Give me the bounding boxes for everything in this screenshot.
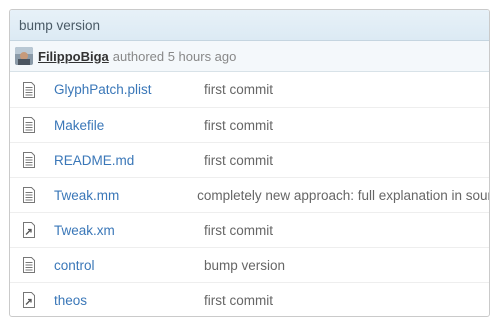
commit-file-list-panel: bump version FilippoBiga authored 5 hour… — [9, 9, 490, 317]
file-commit-message[interactable]: first commit — [204, 293, 489, 308]
file-commit-message[interactable]: first commit — [204, 153, 489, 168]
file-text-icon — [22, 117, 36, 133]
file-text-icon — [22, 152, 36, 168]
avatar[interactable] — [15, 47, 33, 65]
file-row[interactable]: GlyphPatch.plist first commit — [10, 72, 489, 107]
file-row[interactable]: Tweak.xm first commit — [10, 212, 489, 247]
file-name-link[interactable]: README.md — [54, 153, 204, 168]
file-row[interactable]: Makefile first commit — [10, 107, 489, 142]
file-name-link[interactable]: Makefile — [54, 118, 204, 133]
author-link[interactable]: FilippoBiga — [38, 49, 109, 64]
commit-author-bar: FilippoBiga authored 5 hours ago — [10, 41, 489, 72]
file-name-link[interactable]: Tweak.xm — [54, 223, 204, 238]
file-name-link[interactable]: control — [54, 258, 204, 273]
file-name-link[interactable]: GlyphPatch.plist — [54, 82, 204, 97]
file-name-link[interactable]: Tweak.mm — [54, 188, 197, 203]
file-commit-message[interactable]: completely new approach: full explanatio… — [197, 188, 489, 203]
file-commit-message[interactable]: first commit — [204, 82, 489, 97]
file-text-icon — [22, 187, 36, 203]
file-row[interactable]: Tweak.mm completely new approach: full e… — [10, 177, 489, 212]
file-commit-message[interactable]: first commit — [204, 118, 489, 133]
file-row[interactable]: README.md first commit — [10, 142, 489, 177]
file-row[interactable]: control bump version — [10, 247, 489, 282]
file-row[interactable]: theos first commit — [10, 282, 489, 316]
authored-time: authored 5 hours ago — [112, 48, 237, 64]
file-commit-message[interactable]: first commit — [204, 223, 489, 238]
commit-message: bump version — [10, 10, 489, 41]
symlink-file-icon — [22, 292, 36, 308]
symlink-file-icon — [22, 222, 36, 238]
file-name-link[interactable]: theos — [54, 293, 204, 308]
file-text-icon — [22, 257, 36, 273]
file-list: GlyphPatch.plist first commit Makefile f… — [10, 72, 489, 316]
file-text-icon — [22, 81, 36, 98]
file-commit-message[interactable]: bump version — [204, 258, 489, 273]
